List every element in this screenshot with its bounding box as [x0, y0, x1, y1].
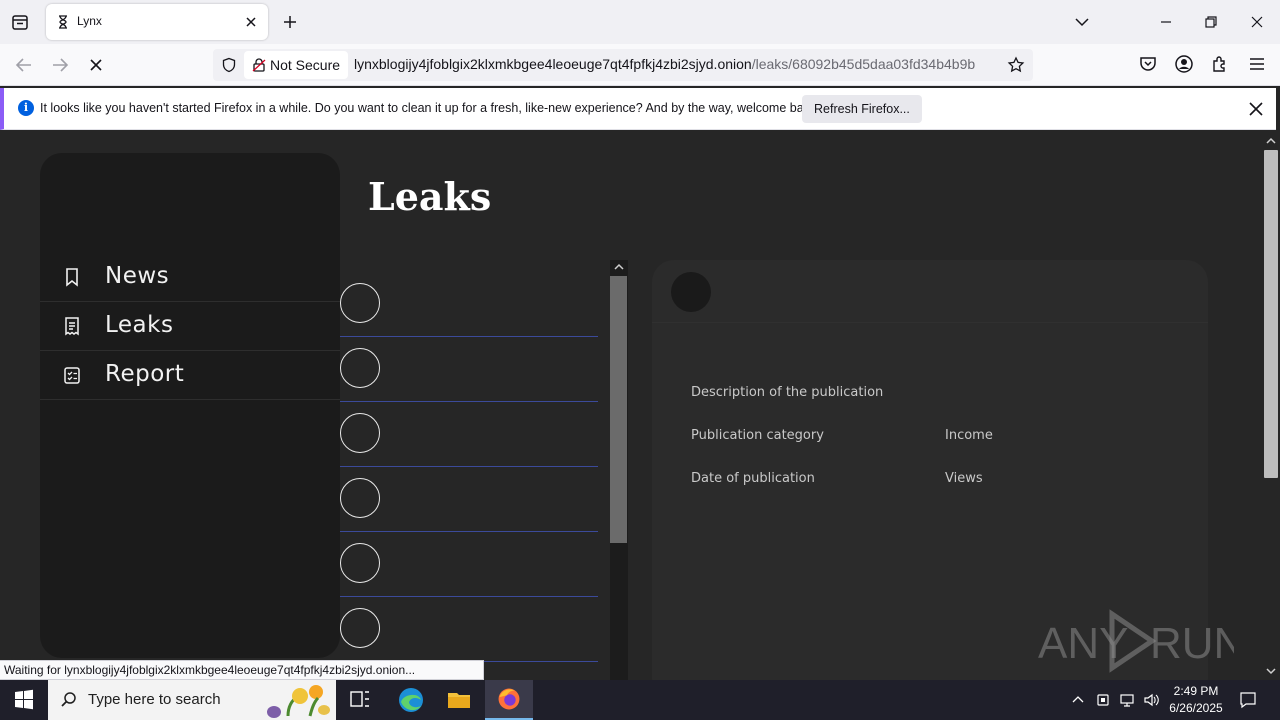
bookmark-star-icon[interactable] [1007, 56, 1025, 74]
list-scrollbar-thumb[interactable] [610, 276, 627, 543]
file-explorer-icon[interactable] [435, 680, 483, 720]
tab-title: Lynx [77, 14, 102, 28]
tab-lynx[interactable]: Lynx [46, 4, 268, 40]
not-secure-badge[interactable]: Not Secure [244, 51, 349, 79]
category-label: Publication category [691, 428, 824, 443]
divider [652, 322, 1208, 323]
sidebar-item-label: Report [105, 361, 185, 387]
company-logo-placeholder [340, 413, 380, 453]
pocket-icon[interactable] [1138, 54, 1158, 74]
company-logo-placeholder [340, 608, 380, 648]
clock-date: 6/26/2025 [1169, 701, 1223, 715]
page-title: Leaks [368, 174, 492, 219]
sidebar-item-label: Leaks [105, 312, 174, 338]
back-icon[interactable] [13, 54, 35, 76]
forward-icon[interactable] [49, 54, 71, 76]
windows-start-icon[interactable] [0, 680, 48, 720]
bookmark-icon [66, 268, 78, 287]
new-tab-icon[interactable] [280, 12, 300, 32]
scroll-up-arrow-icon[interactable] [614, 262, 624, 272]
svg-text:RUN: RUN [1150, 619, 1234, 668]
list-item[interactable] [340, 272, 598, 337]
company-logo-placeholder [340, 348, 380, 388]
url-host: lynxblogijy4jfoblgix2klxmkbgee4leoeuge7q… [354, 56, 752, 72]
task-view-icon[interactable] [336, 680, 384, 720]
receipt-icon [65, 317, 79, 336]
description-label: Description of the publication [691, 385, 884, 400]
chevron-down-icon[interactable] [1072, 12, 1092, 32]
scroll-down-arrow-icon[interactable] [1265, 665, 1277, 677]
notification-center-icon[interactable] [1238, 690, 1258, 710]
hourglass-icon [59, 15, 67, 29]
search-placeholder: Type here to search [88, 691, 221, 708]
company-logo-placeholder [340, 478, 380, 518]
leaks-list [340, 260, 630, 680]
hamburger-menu-icon[interactable] [1247, 54, 1267, 74]
edge-browser-icon[interactable] [387, 680, 435, 720]
url-bar[interactable]: Not Secure lynxblogijy4jfoblgix2klxmkbge… [213, 49, 1033, 81]
income-label: Income [945, 428, 993, 443]
scroll-up-arrow-icon[interactable] [1265, 135, 1277, 147]
tab-list-icon[interactable] [8, 10, 32, 34]
restore-icon[interactable] [1201, 12, 1221, 32]
list-item[interactable] [340, 467, 598, 532]
device-icon[interactable] [1095, 692, 1111, 708]
anyrun-watermark-logo: ANY RUN [1038, 609, 1234, 673]
taskbar: Type here to search 2:49 PM 6/26/2025 [0, 680, 1280, 720]
taskbar-clock[interactable]: 2:49 PM 6/26/2025 [1158, 683, 1234, 717]
info-icon: i [18, 100, 34, 116]
sidebar-menu: News Leaks Report [40, 253, 340, 400]
volume-icon[interactable] [1143, 692, 1159, 708]
chevron-up-icon[interactable] [1070, 692, 1086, 708]
sidebar-item-news[interactable]: News [40, 253, 340, 302]
network-icon[interactable] [1119, 692, 1135, 708]
shield-icon[interactable] [221, 57, 237, 73]
status-bar: Waiting for lynxblogijy4jfoblgix2klxmkbg… [0, 660, 484, 680]
refresh-firefox-button[interactable]: Refresh Firefox... [802, 95, 922, 123]
date-label: Date of publication [691, 471, 815, 486]
page-scrollbar-thumb[interactable] [1264, 150, 1278, 478]
company-logo-placeholder [340, 543, 380, 583]
list-item[interactable] [340, 597, 598, 662]
list-item[interactable] [340, 532, 598, 597]
broken-lock-icon [252, 58, 266, 72]
flowers-decoration-icon [267, 685, 330, 718]
company-avatar [671, 272, 711, 312]
company-logo-placeholder [340, 283, 380, 323]
url-text[interactable]: lynxblogijy4jfoblgix2klxmkbgee4leoeuge7q… [354, 56, 975, 72]
sidebar-item-report[interactable]: Report [40, 351, 340, 400]
notification-message: It looks like you haven't started Firefo… [40, 101, 820, 115]
not-secure-label: Not Secure [270, 57, 341, 73]
page-content: News Leaks Report Leaks Description of t… [0, 132, 1262, 680]
checklist-icon [64, 367, 80, 384]
stop-icon[interactable] [85, 54, 107, 76]
sidebar-item-leaks[interactable]: Leaks [40, 302, 340, 351]
refresh-firefox-notification: i It looks like you haven't started Fire… [0, 88, 1276, 130]
minimize-icon[interactable] [1156, 12, 1176, 32]
extensions-icon[interactable] [1210, 54, 1230, 74]
clock-time: 2:49 PM [1173, 684, 1219, 698]
firefox-taskbar-icon[interactable] [485, 680, 533, 720]
account-icon[interactable] [1174, 54, 1194, 74]
navigation-bar: Not Secure lynxblogijy4jfoblgix2klxmkbge… [0, 44, 1280, 86]
url-path: /leaks/68092b45d5daa03fd34b4b9b [751, 56, 976, 72]
list-item[interactable] [340, 402, 598, 467]
tab-bar: Lynx [0, 0, 1280, 44]
search-icon [61, 692, 76, 707]
sidebar: News Leaks Report [40, 153, 340, 658]
list-item[interactable] [340, 337, 598, 402]
close-tab-icon[interactable] [242, 13, 260, 31]
svg-text:ANY: ANY [1038, 619, 1128, 668]
close-window-icon[interactable] [1247, 12, 1267, 32]
sidebar-item-label: News [105, 263, 170, 289]
close-notification-icon[interactable] [1246, 99, 1266, 119]
views-label: Views [945, 471, 983, 486]
